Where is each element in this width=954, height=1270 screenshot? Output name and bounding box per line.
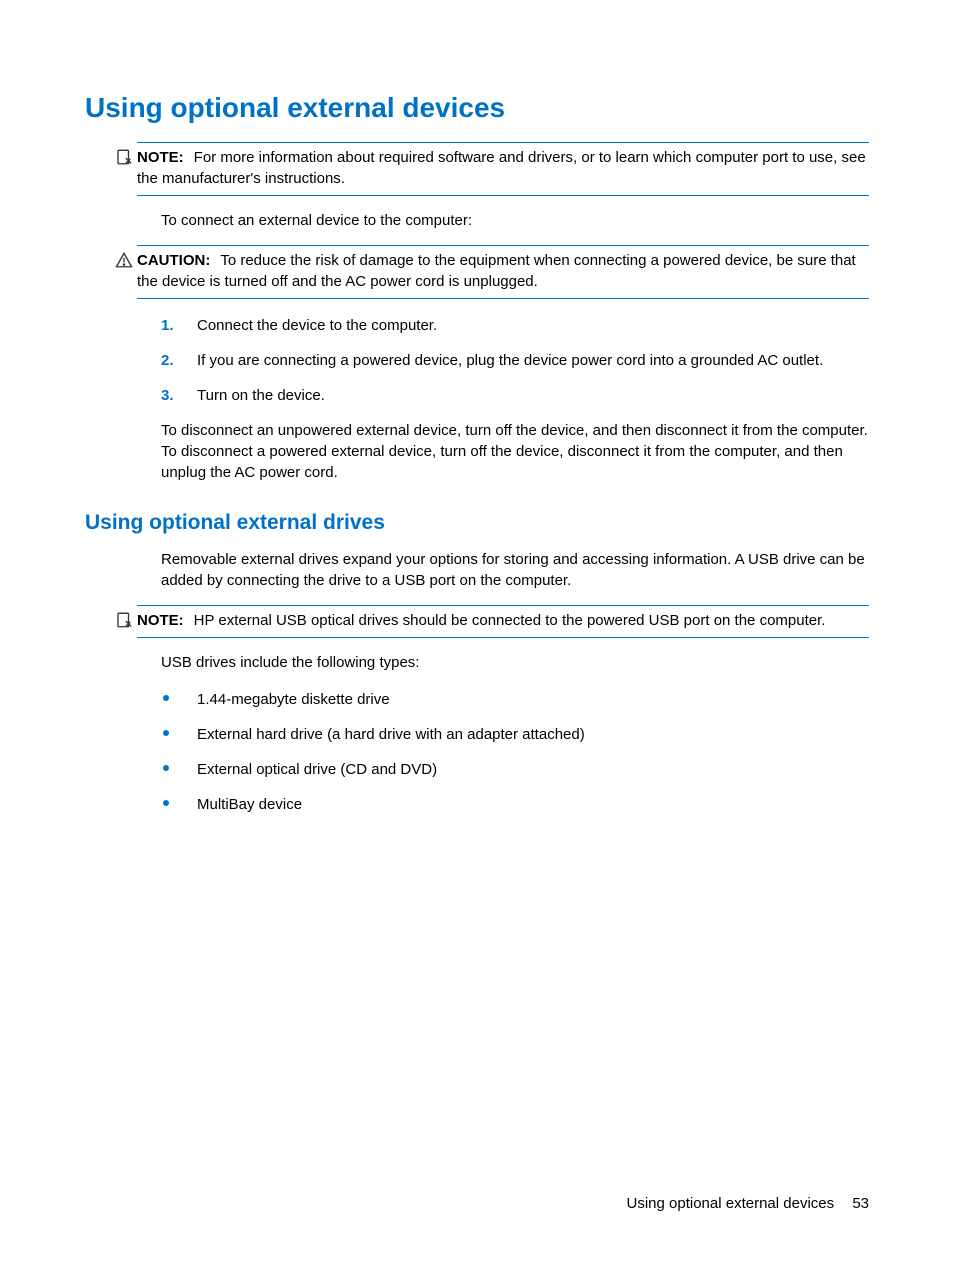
step-item: If you are connecting a powered device, …	[161, 350, 869, 371]
steps-list: Connect the device to the computer. If y…	[161, 315, 869, 406]
note-text: For more information about required soft…	[137, 149, 866, 187]
drives-intro: Removable external drives expand your op…	[161, 549, 869, 591]
note-label: NOTE:	[137, 149, 184, 166]
list-item: External hard drive (a hard drive with a…	[161, 724, 869, 745]
step-item: Connect the device to the computer.	[161, 315, 869, 336]
note-text: HP external USB optical drives should be…	[194, 612, 826, 629]
bullet-list: 1.44-megabyte diskette drive External ha…	[161, 689, 869, 815]
step-item: Turn on the device.	[161, 385, 869, 406]
note-icon	[115, 148, 133, 166]
list-item: MultiBay device	[161, 794, 869, 815]
section-heading: Using optional external drives	[85, 511, 869, 535]
caution-label: CAUTION:	[137, 252, 210, 269]
list-item: 1.44-megabyte diskette drive	[161, 689, 869, 710]
usb-intro: USB drives include the following types:	[161, 652, 869, 673]
footer-title: Using optional external devices	[627, 1195, 835, 1212]
list-item: External optical drive (CD and DVD)	[161, 759, 869, 780]
note-icon	[115, 611, 133, 629]
caution-box: CAUTION:To reduce the risk of damage to …	[137, 245, 869, 299]
page-title: Using optional external devices	[85, 92, 869, 124]
caution-icon	[115, 251, 133, 269]
note-box-2: NOTE: HP external USB optical drives shou…	[137, 605, 869, 638]
caution-text: To reduce the risk of damage to the equi…	[137, 252, 856, 290]
note-label: NOTE:	[137, 612, 184, 629]
footer-page-number: 53	[852, 1195, 869, 1212]
note-box-1: NOTE:For more information about required…	[137, 142, 869, 196]
intro-text-1: To connect an external device to the com…	[161, 210, 869, 231]
disconnect-text: To disconnect an unpowered external devi…	[161, 420, 869, 483]
page-footer: Using optional external devices 53	[627, 1195, 869, 1212]
